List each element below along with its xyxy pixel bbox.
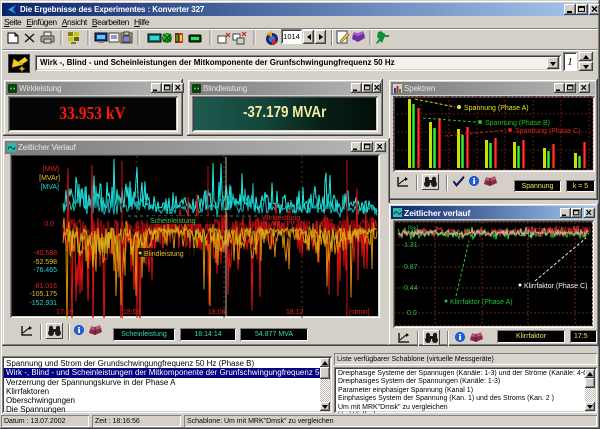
svg-text:Blindleistung: Blindleistung [144, 251, 184, 258]
svg-text:-105.175: -105.175 [29, 291, 57, 298]
svg-text:-76.465: -76.465 [33, 267, 57, 274]
svg-text:-152.931: -152.931 [29, 300, 57, 307]
svg-text:0.87: 0.87 [404, 264, 418, 271]
svg-text:0.44: 0.44 [404, 285, 418, 292]
svg-text:-81.016: -81.016 [33, 283, 57, 290]
svg-text:Klirrfaktor (Phase B ): Klirrfaktor (Phase B ) [526, 227, 591, 234]
svg-text:[MW]: [MW] [43, 166, 59, 173]
svg-text:Spannung (Phase C): Spannung (Phase C) [515, 128, 580, 135]
svg-text:[%]: [%] [408, 226, 418, 233]
svg-text:Spannung (Phase B): Spannung (Phase B) [485, 120, 550, 127]
svg-text:Wirkleistung: Wirkleistung [262, 215, 300, 222]
svg-text:18:12: 18:12 [286, 309, 304, 316]
svg-text:[MVA]: [MVA] [40, 184, 59, 191]
svg-text:-52.598: -52.598 [33, 259, 57, 266]
svg-text:18:03: 18:03 [123, 309, 141, 316]
svg-text:Klirrfaktor (Phase C): Klirrfaktor (Phase C) [524, 283, 587, 290]
svg-text:17:59: 17:59 [56, 309, 74, 316]
svg-text:-40.588: -40.588 [33, 250, 57, 257]
svg-text:[stmin]: [stmin] [349, 309, 370, 316]
svg-text:18:08: 18:08 [208, 309, 226, 316]
svg-text:0.0: 0.0 [407, 310, 417, 317]
svg-text:[MVAr]: [MVAr] [39, 175, 60, 182]
svg-text:Klirrfaktor (Phase A): Klirrfaktor (Phase A) [450, 299, 513, 306]
svg-text:1.31: 1.31 [404, 242, 418, 249]
svg-text:Spannung (Phase A): Spannung (Phase A) [464, 105, 529, 112]
svg-text:0.0: 0.0 [44, 221, 54, 228]
svg-text:Scheinleistung: Scheinleistung [150, 218, 196, 225]
